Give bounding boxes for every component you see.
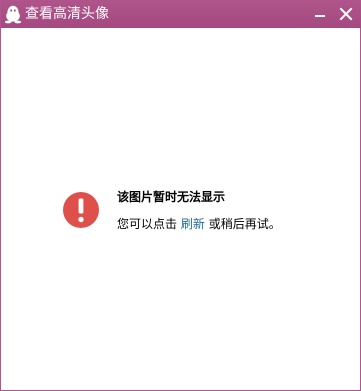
close-icon [335, 7, 357, 28]
retry-hint-suffix: 或稍后再试。 [208, 217, 281, 231]
minimize-icon [309, 9, 331, 28]
close-button[interactable] [335, 4, 357, 24]
minimize-button[interactable] [309, 4, 331, 24]
retry-hint: 您可以点击 刷新 或稍后再试。 [117, 216, 281, 232]
window-title: 查看高清头像 [25, 6, 109, 22]
view-hd-avatar-window: 查看高清头像 该图片暂时无法显示 您可以点击 刷新 或稍后再试。 [0, 0, 361, 391]
error-title: 该图片暂时无法显示 [117, 190, 226, 204]
retry-hint-prefix: 您可以点击 [117, 217, 178, 231]
qq-penguin-icon [4, 4, 22, 24]
refresh-link[interactable]: 刷新 [181, 217, 205, 231]
alert-exclamation-icon [62, 191, 100, 229]
title-bar[interactable]: 查看高清头像 [1, 0, 361, 28]
content-area: 该图片暂时无法显示 您可以点击 刷新 或稍后再试。 [1, 28, 360, 390]
